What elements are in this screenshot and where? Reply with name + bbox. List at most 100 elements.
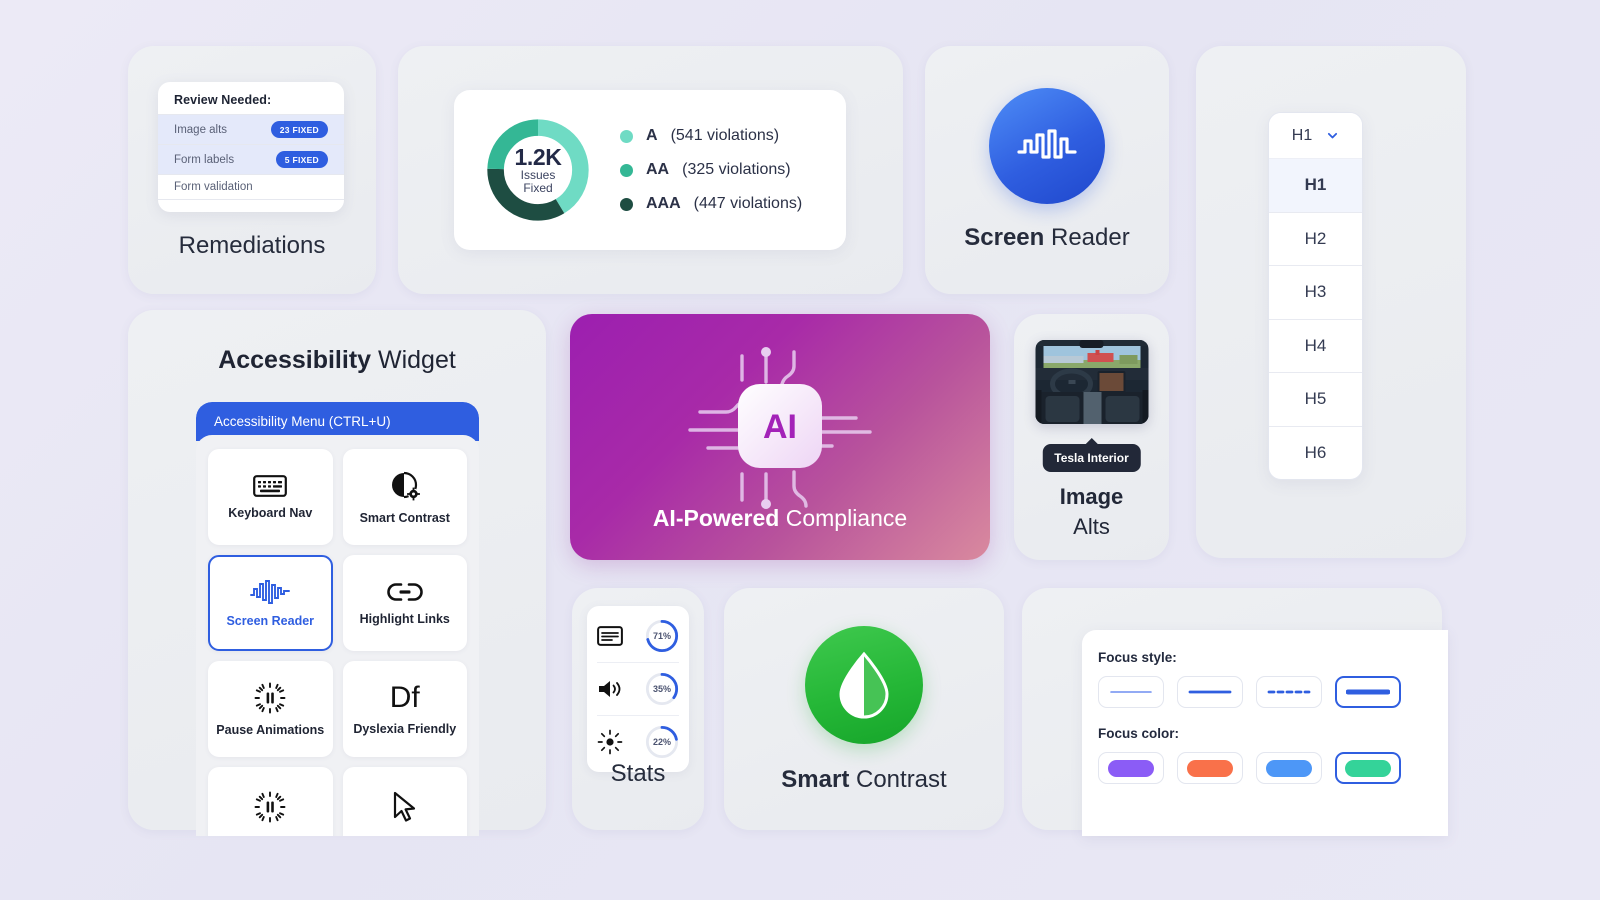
color-swatch [1108, 759, 1154, 777]
focus-style-thin[interactable] [1098, 676, 1164, 708]
dashed-underline-icon [1267, 690, 1311, 694]
focus-color-orange[interactable] [1177, 752, 1243, 784]
ai-caption-bold: AI-Powered [652, 505, 780, 531]
widget-title-bold: Accessibility [218, 346, 372, 374]
stats-panel: 71% 35% 22% [587, 606, 689, 772]
legend-level: AAA [646, 195, 681, 212]
screen-reader-caption: Screen Reader [925, 224, 1169, 252]
tile-keyboard-nav[interactable]: Keyboard Nav [208, 449, 333, 545]
screen-reader-card: Screen Reader [925, 46, 1169, 294]
chevron-down-icon [1328, 132, 1338, 139]
image-alts-caption-bold: Image [1059, 484, 1124, 509]
stat-progress-ring: 71% [645, 619, 679, 653]
tile-label: Pause Animations [216, 722, 325, 737]
thick-underline-icon [1346, 689, 1390, 695]
tile-pause-animations-secondary[interactable] [208, 767, 333, 836]
cursor-arrow-icon [393, 791, 415, 822]
legend-count: (541 violations) [670, 127, 780, 144]
legend-dot-icon [620, 129, 633, 143]
medium-underline-icon [1188, 690, 1232, 694]
stat-percent: 35% [652, 684, 671, 694]
car-interior-photo [1035, 340, 1148, 424]
focus-color-blue[interactable] [1256, 752, 1322, 784]
smart-contrast-caption-rest: Contrast [849, 766, 947, 793]
thin-underline-icon [1110, 691, 1152, 693]
tile-cursor[interactable] [342, 767, 467, 836]
accessibility-menu-panel: Accessibility Menu (CTRL+U) Keyboard Nav… [196, 402, 479, 836]
legend-count: (447 violations) [693, 195, 803, 212]
stats-card: 71% 35% 22% Stats [572, 588, 704, 830]
image-alts-caption: Image Alts [1014, 482, 1169, 541]
headings-dropdown[interactable]: H1 H1 H2 H3 H4 H5 H6 [1268, 112, 1363, 480]
headings-dropdown-header[interactable]: H1 [1269, 113, 1362, 158]
remediations-card: Review Needed: Image alts 23 FIXED Form … [128, 46, 376, 294]
focus-style-options [1098, 676, 1448, 708]
color-swatch [1266, 759, 1312, 777]
legend-item: AA (325 violations) [620, 161, 802, 179]
remediation-row[interactable]: Image alts 23 FIXED [158, 114, 344, 144]
keyboard-icon [253, 474, 288, 497]
waveform-icon [250, 579, 291, 604]
donut-center-label: 1.2K Issues Fixed [482, 114, 594, 226]
tile-screen-reader[interactable]: Screen Reader [208, 555, 333, 651]
stat-progress-ring: 35% [645, 672, 679, 706]
donut-sub-line2: Fixed [523, 181, 553, 196]
smart-contrast-caption-bold: Smart [781, 766, 850, 793]
remediation-row[interactable]: Form validation [158, 174, 344, 199]
stat-progress-ring: 22% [645, 725, 679, 759]
heading-option-h5[interactable]: H5 [1269, 372, 1362, 426]
focus-settings-panel: Focus style: Focus color: [1082, 630, 1448, 836]
df-text-icon: Df [389, 680, 420, 714]
focus-style-medium[interactable] [1177, 676, 1243, 708]
heading-option-h6[interactable]: H6 [1269, 425, 1362, 480]
speaker-icon [599, 681, 621, 697]
ai-chip-icon: AI [688, 347, 872, 509]
legend-dot-icon [620, 163, 633, 177]
tile-label: Dyslexia Friendly [353, 721, 457, 736]
pause-burst-icon [254, 791, 286, 823]
headings-selected-value: H1 [1291, 126, 1313, 144]
legend-level: A [646, 127, 658, 144]
violations-donut-chart: 1.2K Issues Fixed [482, 114, 594, 226]
heading-option-h3[interactable]: H3 [1269, 265, 1362, 319]
tile-label: Keyboard Nav [228, 505, 313, 520]
droplet-contrast-icon [805, 626, 923, 744]
fixed-badge: 23 FIXED [270, 121, 328, 138]
smart-contrast-card: Smart Contrast [724, 588, 1004, 830]
remediation-row[interactable]: Form labels 5 FIXED [158, 144, 344, 174]
stat-percent: 22% [652, 737, 671, 747]
remediation-label: Image alts [174, 123, 228, 136]
tile-pause-animations[interactable]: Pause Animations [208, 661, 333, 757]
ai-compliance-caption: AI-Powered Compliance [570, 505, 990, 532]
focus-color-purple[interactable] [1098, 752, 1164, 784]
widget-title-rest: Widget [371, 346, 456, 374]
tile-dyslexia-friendly[interactable]: Df Dyslexia Friendly [342, 661, 467, 757]
tile-label: Screen Reader [226, 613, 315, 628]
tile-highlight-links[interactable]: Highlight Links [342, 555, 467, 651]
heading-option-h2[interactable]: H2 [1269, 211, 1362, 266]
smart-contrast-caption: Smart Contrast [724, 766, 1004, 794]
tile-smart-contrast[interactable]: Smart Contrast [342, 449, 467, 545]
brightness-icon [597, 729, 623, 755]
heading-option-h1[interactable]: H1 [1269, 158, 1362, 212]
contrast-gear-icon [391, 471, 420, 500]
stat-row-volume: 35% [597, 663, 679, 716]
image-alts-caption-rest: Alts [1073, 513, 1110, 539]
page-root: Review Needed: Image alts 23 FIXED Form … [0, 0, 1600, 900]
focus-style-dashed[interactable] [1256, 676, 1322, 708]
scorecard-card: 1.2K Issues Fixed A (541 violations) AA … [398, 46, 903, 294]
ai-chip-text: AI [763, 408, 797, 446]
tile-label: Smart Contrast [359, 510, 450, 525]
stat-row-captions: 71% [597, 610, 679, 663]
tesla-interior-thumbnail[interactable] [1035, 340, 1148, 424]
pause-burst-icon [254, 682, 286, 713]
focus-color-label: Focus color: [1098, 726, 1180, 741]
focus-style-thick[interactable] [1335, 676, 1401, 708]
heading-option-h4[interactable]: H4 [1269, 318, 1362, 373]
focus-color-green[interactable] [1335, 752, 1401, 784]
focus-settings-card: Focus style: Focus color: [1022, 588, 1448, 836]
stat-percent: 71% [652, 631, 671, 641]
color-swatch [1187, 759, 1233, 777]
ai-compliance-card: AI AI-Powered Compliance [570, 314, 990, 560]
legend-count: (325 violations) [682, 161, 791, 178]
